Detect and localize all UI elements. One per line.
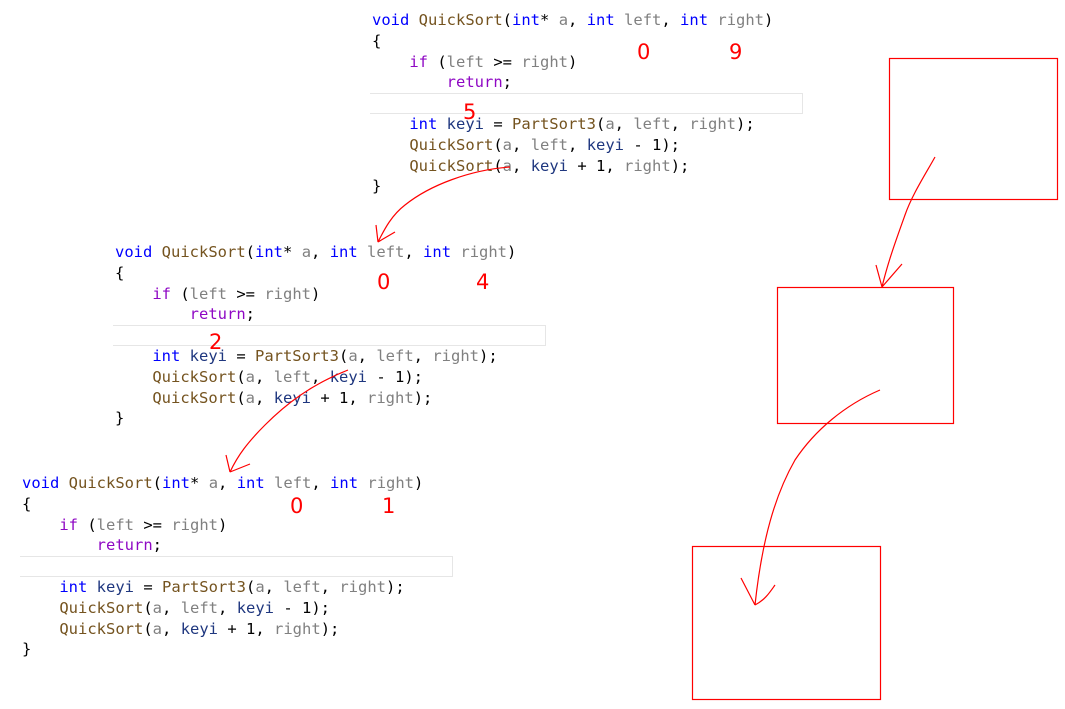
- stack-frame-box-3: [691, 545, 882, 701]
- call-arrow-2: [225, 369, 349, 473]
- annotation-layer: [225, 57, 1059, 701]
- stack-frame-box-1: [888, 57, 1059, 201]
- stack-arrow-1: [875, 156, 936, 288]
- stack-frame-box-2: [776, 286, 955, 425]
- call-arrow-1: [375, 166, 511, 243]
- stack-arrow-2: [740, 389, 881, 606]
